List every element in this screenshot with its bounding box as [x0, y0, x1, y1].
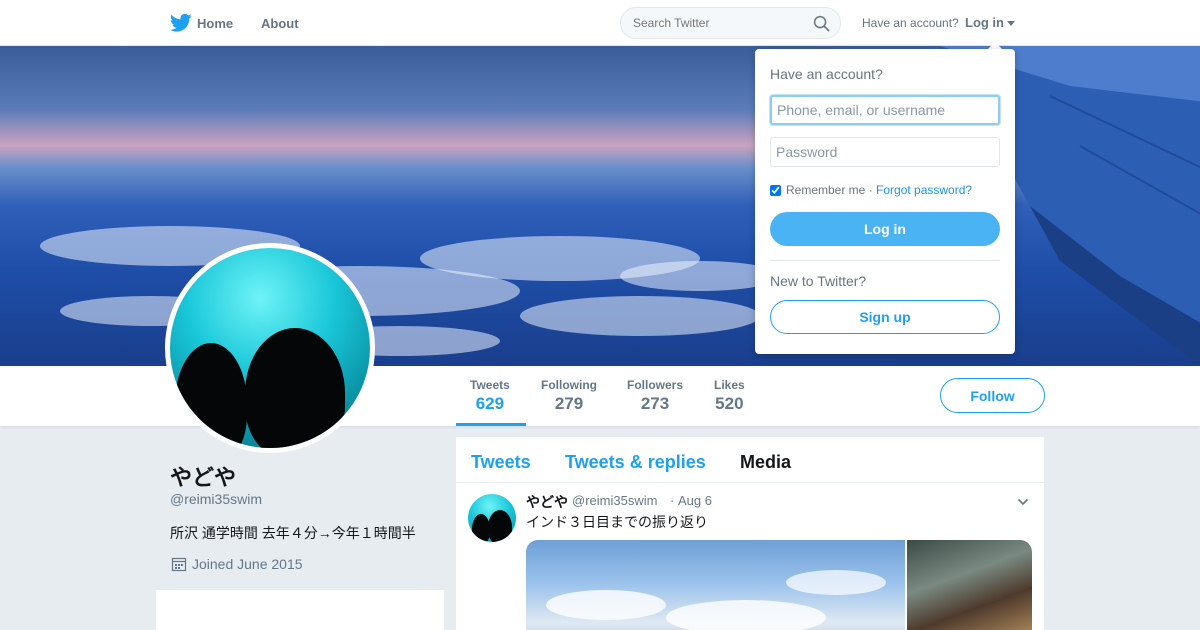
stat-following[interactable]: Following 279 — [541, 378, 597, 414]
new-to-twitter-label: New to Twitter? — [770, 273, 867, 289]
caret-down-icon[interactable] — [1007, 21, 1015, 26]
stat-value: 273 — [640, 394, 670, 413]
chevron-down-icon[interactable] — [1017, 496, 1029, 508]
login-dropdown: Have an account? Remember me · Forgot pa… — [755, 49, 1015, 354]
stat-value: 520 — [715, 394, 744, 413]
follow-button[interactable]: Follow — [940, 378, 1045, 413]
tweet-date[interactable]: Aug 6 — [678, 493, 712, 508]
stat-tweets[interactable]: Tweets 629 — [470, 378, 510, 414]
profile-avatar[interactable] — [165, 243, 375, 453]
nav-about-link[interactable]: About — [261, 16, 299, 31]
twitter-bird-icon[interactable] — [170, 13, 192, 33]
joined-date: Joined June 2015 — [192, 556, 303, 572]
tweet-media-photo[interactable] — [526, 540, 905, 630]
remember-row: Remember me · Forgot password? — [770, 183, 972, 197]
stat-label: Tweets — [470, 378, 510, 392]
remember-checkbox[interactable] — [770, 184, 781, 196]
stat-label: Followers — [627, 378, 684, 392]
password-field[interactable] — [770, 137, 1000, 167]
remember-separator: · — [865, 183, 877, 197]
timeline: Tweets Tweets & replies Media やどや @reimi… — [456, 437, 1044, 630]
stat-likes[interactable]: Likes 520 — [714, 378, 745, 414]
search-input[interactable] — [633, 16, 803, 30]
tweet-author-name[interactable]: やどや — [526, 492, 568, 512]
remember-label[interactable]: Remember me — [786, 183, 865, 197]
profile-handle[interactable]: @reimi35swim — [170, 491, 262, 507]
tweet-avatar[interactable] — [468, 494, 516, 542]
tweet-media-photo[interactable] — [907, 540, 1032, 630]
photos-card — [156, 590, 444, 630]
profile-name[interactable]: やどや — [170, 460, 236, 492]
signup-button[interactable]: Sign up — [770, 300, 1000, 334]
login-button[interactable]: Log in — [770, 212, 1000, 246]
login-dropdown-toggle[interactable]: Log in — [965, 15, 1004, 30]
search-box[interactable] — [620, 7, 841, 39]
tweet-author-handle[interactable]: @reimi35swim — [572, 493, 657, 508]
nav-home-link[interactable]: Home — [197, 16, 233, 31]
tabs-divider — [456, 482, 1044, 483]
stat-label: Following — [541, 378, 597, 392]
stat-value: 279 — [554, 394, 584, 413]
top-navigation-bar: Home About Have an account? Log in — [0, 0, 1200, 46]
profile-bio: 所沢 通学時間 去年４分→今年１時間半 — [170, 525, 416, 541]
active-stat-indicator — [456, 423, 526, 426]
calendar-icon — [171, 557, 187, 572]
dropdown-divider — [770, 260, 1000, 261]
tab-tweets-replies[interactable]: Tweets & replies — [565, 452, 706, 473]
dropdown-title: Have an account? — [770, 66, 883, 82]
username-field[interactable] — [770, 95, 1000, 125]
tab-media[interactable]: Media — [740, 452, 791, 473]
stat-followers[interactable]: Followers 273 — [627, 378, 683, 414]
stat-label: Likes — [714, 378, 745, 392]
tweet-text: インド３日目までの振り返り — [526, 514, 708, 530]
have-account-label: Have an account? — [862, 16, 959, 30]
forgot-password-link[interactable]: Forgot password? — [876, 183, 972, 197]
tab-tweets[interactable]: Tweets — [471, 452, 531, 473]
search-icon[interactable] — [813, 15, 830, 32]
stat-value: 629 — [475, 394, 505, 413]
tweet-separator: · — [670, 493, 675, 508]
